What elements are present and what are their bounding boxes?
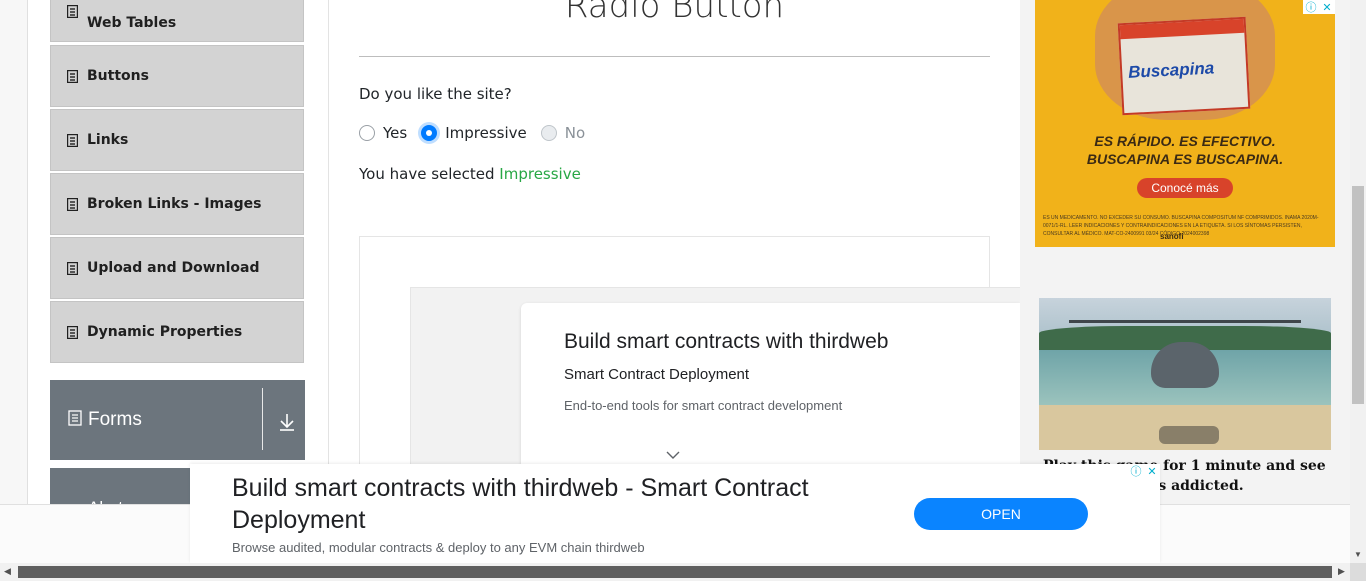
bottom-ad-title[interactable]: Build smart contracts with thirdweb - Sm… bbox=[232, 472, 902, 536]
sanofi-logo: sanofi bbox=[1160, 232, 1184, 241]
open-button[interactable]: OPEN bbox=[914, 498, 1088, 530]
sidebar-item-dynamic-properties[interactable]: Dynamic Properties bbox=[50, 301, 304, 363]
inline-ad-title[interactable]: Build smart contracts with thirdweb bbox=[564, 330, 888, 354]
document-icon bbox=[65, 261, 79, 275]
inline-ad-subtitle: Smart Contract Deployment bbox=[564, 366, 750, 383]
adchoices-icon[interactable]: ⓘ bbox=[1303, 0, 1319, 14]
document-icon bbox=[65, 133, 79, 147]
document-icon bbox=[65, 325, 79, 339]
sidebar-item-broken-links[interactable]: Broken Links - Images bbox=[50, 173, 304, 235]
impressive-radio[interactable] bbox=[421, 125, 438, 141]
download-arrow-icon[interactable] bbox=[278, 412, 296, 432]
helicopter-image bbox=[1151, 342, 1219, 388]
yes-radio-label[interactable]: Yes bbox=[383, 124, 407, 142]
buscapina-slogan: ES RÁPIDO. ES EFECTIVO. BUSCAPINA ES BUS… bbox=[1035, 132, 1335, 168]
buscapina-legal-text: ES UN MEDICAMENTO. NO EXCEDER SU CONSUMO… bbox=[1043, 215, 1319, 237]
horizontal-scrollbar[interactable]: ◀ ▶ bbox=[0, 563, 1366, 581]
box-stripe bbox=[1119, 18, 1245, 40]
selection-result: You have selected Impressive bbox=[359, 165, 581, 183]
sidebar-group-forms[interactable]: Forms bbox=[50, 380, 305, 460]
close-ad-icon[interactable]: ✕ bbox=[1144, 464, 1160, 478]
sidebar-item-label: Buttons bbox=[87, 68, 149, 84]
impressive-radio-label[interactable]: Impressive bbox=[445, 124, 527, 142]
no-radio bbox=[540, 125, 557, 141]
sidebar-item-upload-download[interactable]: Upload and Download bbox=[50, 237, 304, 299]
scroll-left-arrow-icon[interactable]: ◀ bbox=[4, 566, 11, 577]
sidebar-group-alerts[interactable]: Alerts, Frame & Windows bbox=[50, 468, 190, 508]
page-title: Radio Button bbox=[564, 0, 785, 26]
helicopter-game-ad[interactable] bbox=[1039, 298, 1331, 450]
slogan-line-1: ES RÁPIDO. ES EFECTIVO. bbox=[1094, 133, 1276, 149]
sidebar-item-label: Upload and Download bbox=[87, 260, 260, 276]
close-ad-icon[interactable]: ✕ bbox=[1319, 0, 1335, 14]
group-divider bbox=[262, 388, 263, 450]
vertical-scrollbar[interactable]: ▼ bbox=[1350, 0, 1366, 563]
adchoices-icon[interactable]: ⓘ bbox=[1128, 464, 1144, 478]
result-value: Impressive bbox=[499, 165, 581, 183]
sidebar-item-label: Web Tables bbox=[87, 15, 177, 31]
no-radio-label: No bbox=[564, 124, 586, 142]
horizontal-scroll-thumb[interactable] bbox=[18, 566, 1332, 578]
sidebar-divider bbox=[328, 0, 329, 505]
buscapina-brand: Buscapina bbox=[1127, 58, 1215, 82]
sidebar-item-label: Dynamic Properties bbox=[87, 324, 243, 340]
product-box-image: Buscapina bbox=[1117, 16, 1251, 116]
slogan-line-2: BUSCAPINA ES BUSCAPINA. bbox=[1086, 151, 1284, 167]
list-icon bbox=[68, 409, 82, 431]
inline-ad-description: End-to-end tools for smart contract deve… bbox=[564, 398, 843, 413]
helicopter-shadow bbox=[1159, 426, 1219, 444]
buscapina-ad[interactable]: Buscapina ES RÁPIDO. ES EFECTIVO. BUSCAP… bbox=[1035, 0, 1335, 247]
scroll-down-arrow-icon[interactable]: ▼ bbox=[1354, 550, 1362, 559]
bottom-ad-description: Browse audited, modular contracts & depl… bbox=[232, 540, 645, 555]
sidebar-group-label: Forms bbox=[88, 409, 142, 430]
bottom-ad-choices: ⓘ ✕ bbox=[1128, 464, 1160, 480]
conoce-mas-button[interactable]: Conocé más bbox=[1137, 178, 1233, 198]
yes-radio[interactable] bbox=[359, 125, 375, 141]
left-gutter bbox=[0, 0, 28, 563]
document-icon bbox=[65, 197, 79, 211]
sidebar-item-label: Links bbox=[87, 132, 129, 148]
sidebar-item-buttons[interactable]: Buttons bbox=[50, 45, 304, 107]
radio-group: Yes Impressive No bbox=[359, 124, 599, 142]
sidebar-item-web-tables[interactable]: Web Tables bbox=[50, 0, 304, 42]
chevron-down-icon[interactable] bbox=[666, 448, 680, 460]
rotor-image bbox=[1069, 320, 1301, 323]
title-divider bbox=[359, 56, 990, 57]
vertical-scroll-thumb[interactable] bbox=[1352, 186, 1364, 404]
scroll-right-arrow-icon[interactable]: ▶ bbox=[1338, 566, 1345, 577]
sidebar-item-label: Broken Links - Images bbox=[87, 196, 262, 212]
sidebar-item-links[interactable]: Links bbox=[50, 109, 304, 171]
question-text: Do you like the site? bbox=[359, 85, 512, 103]
result-prefix: You have selected bbox=[359, 165, 495, 183]
scrollbar-corner bbox=[1350, 563, 1366, 581]
document-icon bbox=[65, 69, 79, 83]
document-icon bbox=[65, 4, 79, 18]
